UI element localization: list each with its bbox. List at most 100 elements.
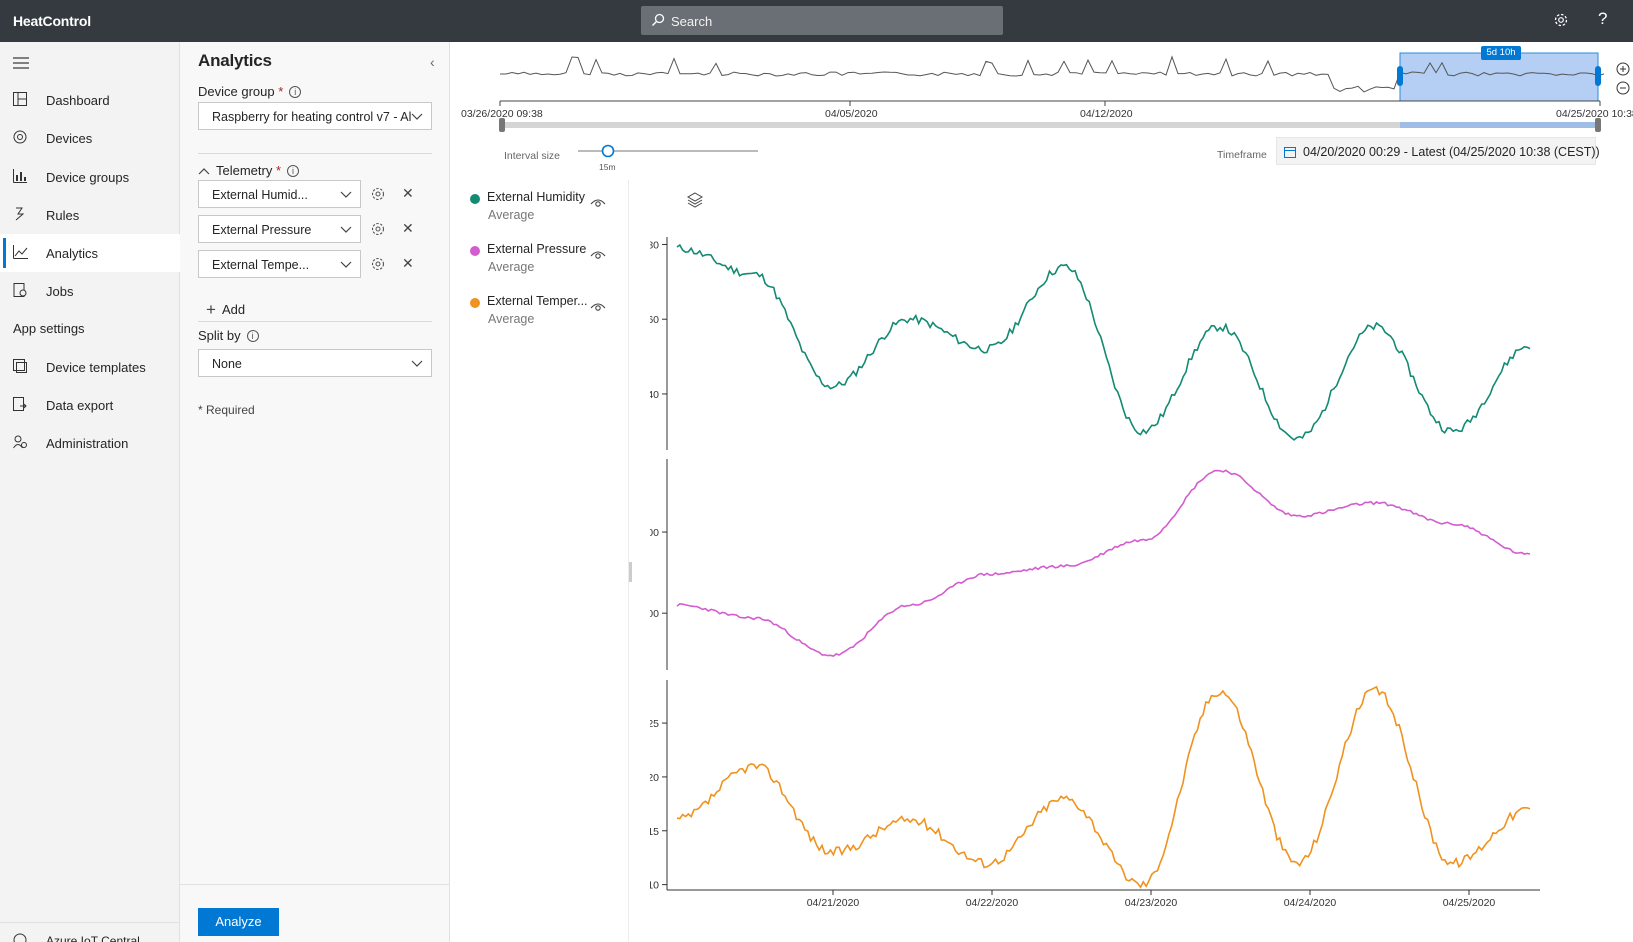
- telemetry-dropdown-1[interactable]: External Humid...: [198, 180, 361, 208]
- y-tick-label: 60: [650, 314, 659, 326]
- legend-item-humidity[interactable]: External Humidity Average: [470, 190, 620, 230]
- collapse-panel-chevron-left-icon[interactable]: ‹: [430, 54, 435, 70]
- telemetry-settings-gear-icon[interactable]: [370, 186, 386, 202]
- search-placeholder: Search: [671, 14, 713, 29]
- overview-date: 04/12/2020: [1080, 108, 1133, 120]
- overview-date: 04/05/2020: [825, 108, 878, 120]
- app-title[interactable]: HeatControl: [13, 13, 91, 29]
- nav-item-device-groups[interactable]: Device groups: [0, 158, 180, 196]
- y-tick-label: 95,500: [650, 527, 659, 539]
- resize-handle[interactable]: [629, 562, 632, 582]
- x-tick-label: 04/23/2020: [1125, 897, 1178, 909]
- help-icon[interactable]: ?: [1598, 9, 1607, 29]
- legend-aggregation: Average: [488, 312, 535, 326]
- nav-item-label: Device templates: [46, 360, 146, 375]
- visibility-eye-icon[interactable]: [590, 248, 606, 260]
- y-tick-label: 15: [650, 826, 659, 838]
- x-tick-label: 04/21/2020: [807, 897, 860, 909]
- legend-item-temperature[interactable]: External Temper... Average: [470, 294, 620, 334]
- visibility-eye-icon[interactable]: [590, 196, 606, 208]
- line-chart[interactable]: 40 60 80 95,000 95,500 10 15 20 25 04/21/2020 04/2…: [650, 222, 1633, 942]
- timeframe-value: 04/20/2020 00:29 - Latest (04/25/2020 10…: [1303, 145, 1600, 159]
- panel-footer-divider: [180, 884, 450, 885]
- telemetry-value: External Tempe...: [212, 258, 310, 272]
- interval-size-value: 15m: [599, 162, 616, 172]
- info-icon[interactable]: i: [246, 330, 259, 342]
- rules-icon: [15, 207, 25, 221]
- required-mark: *: [275, 163, 282, 178]
- chevron-down-icon: [411, 113, 423, 120]
- series-line-external-humidity: [676, 243, 1531, 441]
- legend-color-dot: [470, 194, 480, 204]
- remove-telemetry-close-icon[interactable]: ✕: [402, 255, 414, 272]
- y-tick-label: 20: [650, 772, 659, 784]
- brush-selection[interactable]: [1399, 52, 1599, 102]
- search-box[interactable]: Search: [641, 6, 1003, 35]
- telemetry-label: Telemetry: [216, 163, 273, 178]
- settings-gear-icon[interactable]: [1552, 11, 1570, 29]
- chevron-down-icon: [411, 360, 423, 367]
- telemetry-settings-gear-icon[interactable]: [370, 221, 386, 237]
- chevron-up-icon[interactable]: [198, 166, 210, 176]
- nav-item-jobs[interactable]: Jobs: [0, 272, 180, 310]
- info-icon[interactable]: i: [287, 165, 300, 177]
- overview-timeline[interactable]: [450, 42, 1633, 140]
- nav-item-devices[interactable]: Devices: [0, 119, 180, 157]
- nav-item-device-templates[interactable]: Device templates: [0, 348, 180, 386]
- timeframe-picker[interactable]: 04/20/2020 00:29 - Latest (04/25/2020 10…: [1276, 137, 1600, 165]
- nav-item-label: Jobs: [46, 284, 74, 299]
- separator: [198, 153, 432, 154]
- nav-footer-label: Azure IoT Central: [46, 934, 140, 942]
- nav-footer-azure-iot-central[interactable]: Azure IoT Central: [0, 922, 180, 942]
- jobs-icon: [13, 283, 27, 297]
- add-label: Add: [221, 302, 246, 317]
- add-telemetry-button[interactable]: + Add: [206, 300, 245, 320]
- remove-telemetry-close-icon[interactable]: ✕: [402, 220, 414, 237]
- visibility-eye-icon[interactable]: [590, 300, 606, 312]
- dashboard-icon: [13, 92, 27, 106]
- split-by-dropdown[interactable]: None: [198, 349, 432, 377]
- device-groups-icon: [13, 169, 27, 183]
- hamburger-menu-icon[interactable]: [13, 56, 29, 70]
- zoom-in-icon[interactable]: [1616, 62, 1630, 76]
- interval-size-slider[interactable]: [578, 142, 760, 162]
- range-handle-right[interactable]: [1595, 118, 1601, 132]
- nav-item-dashboard[interactable]: Dashboard: [0, 81, 180, 119]
- separator: [198, 321, 432, 322]
- plus-icon: +: [206, 300, 216, 319]
- telemetry-settings-gear-icon[interactable]: [370, 256, 386, 272]
- required-note: * Required: [198, 403, 255, 417]
- legend-aggregation: Average: [488, 208, 535, 222]
- calendar-icon: [1284, 147, 1296, 158]
- telemetry-dropdown-3[interactable]: External Tempe...: [198, 250, 361, 278]
- brush-handle-left[interactable]: [1397, 66, 1403, 86]
- legend-item-pressure[interactable]: External Pressure Average: [470, 242, 620, 282]
- nav-item-administration[interactable]: Administration: [0, 424, 180, 462]
- brush-handle-right[interactable]: [1595, 66, 1601, 86]
- legend-aggregation: Average: [488, 260, 535, 274]
- nav-item-analytics[interactable]: Analytics: [0, 234, 180, 272]
- layers-icon[interactable]: [687, 192, 703, 208]
- remove-telemetry-close-icon[interactable]: ✕: [402, 185, 414, 202]
- chevron-down-icon: [340, 261, 352, 268]
- y-tick-label: 10: [650, 880, 659, 892]
- zoom-out-icon[interactable]: [1616, 81, 1630, 95]
- nav-item-rules[interactable]: Rules: [0, 196, 180, 234]
- x-tick-label: 04/22/2020: [966, 897, 1019, 909]
- analytics-panel: Analytics ‹ Device group * i Raspberry fo…: [180, 42, 450, 942]
- info-icon[interactable]: i: [289, 86, 302, 98]
- required-mark: *: [278, 84, 284, 99]
- device-templates-icon: [13, 359, 27, 373]
- range-handle-left[interactable]: [499, 118, 505, 132]
- nav-item-data-export[interactable]: Data export: [0, 386, 180, 424]
- y-tick-label: 25: [650, 718, 659, 730]
- legend-color-dot: [470, 246, 480, 256]
- telemetry-header[interactable]: Telemetry * i: [198, 163, 300, 178]
- range-track-selected: [1400, 122, 1600, 128]
- split-by-label: Split by i: [198, 328, 259, 343]
- administration-icon: [13, 435, 27, 449]
- telemetry-dropdown-2[interactable]: External Pressure: [198, 215, 361, 243]
- overview-date-end: 04/25/2020 10:38: [1556, 108, 1633, 120]
- analyze-button[interactable]: Analyze: [198, 908, 279, 936]
- device-group-dropdown[interactable]: Raspberry for heating control v7 - All d…: [198, 102, 432, 130]
